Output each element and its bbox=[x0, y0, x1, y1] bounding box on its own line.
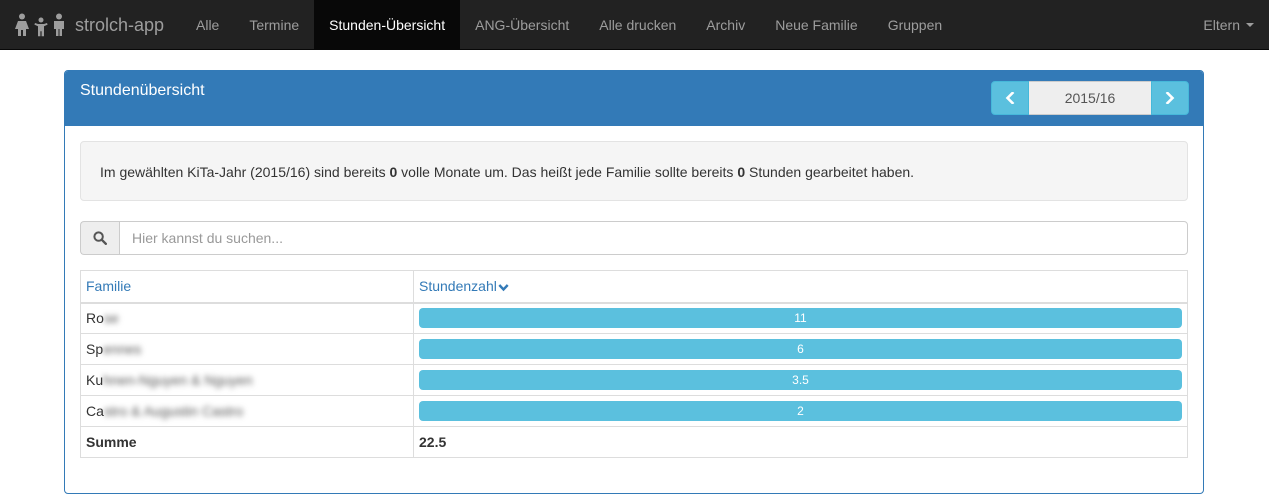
search-icon bbox=[93, 231, 107, 245]
current-year: 2015/16 bbox=[1029, 81, 1151, 115]
previous-year-button[interactable] bbox=[991, 81, 1029, 115]
family-logo-icon bbox=[14, 13, 70, 37]
family-name: Sp bbox=[86, 341, 104, 357]
table-row: Spennes 6 bbox=[80, 333, 1188, 365]
family-cell: Kuhnen-Nguyen & Nguyen bbox=[80, 364, 414, 396]
hours-table: Familie Stundenzahl Rose 11 Spennes 6 Ku… bbox=[80, 270, 1188, 458]
info-hours: 0 bbox=[737, 164, 746, 180]
sum-label: Summe bbox=[80, 426, 414, 458]
sort-by-family-link[interactable]: Familie bbox=[86, 278, 131, 294]
eltern-dropdown[interactable]: Eltern bbox=[1203, 0, 1254, 50]
hours-bar: 11 bbox=[419, 308, 1182, 329]
brand[interactable]: strolch-app bbox=[14, 0, 164, 50]
table-row: Kuhnen-Nguyen & Nguyen 3.5 bbox=[80, 364, 1188, 396]
nav-item-termine[interactable]: Termine bbox=[234, 0, 314, 50]
caret-down-icon bbox=[1246, 23, 1254, 27]
search-input[interactable] bbox=[119, 221, 1188, 255]
family-name-redacted: stro & Augustin Castro bbox=[103, 403, 244, 419]
year-selector: 2015/16 bbox=[991, 81, 1189, 115]
hours-cell: 2 bbox=[413, 395, 1188, 427]
hours-bar-track: 2 bbox=[419, 401, 1182, 421]
hours-cell: 3.5 bbox=[413, 364, 1188, 396]
family-name-redacted: hnen-Nguyen & Nguyen bbox=[103, 372, 253, 388]
nav-item-gruppen[interactable]: Gruppen bbox=[873, 0, 957, 50]
info-text-1: Im gewählten KiTa-Jahr (2015/16) sind be… bbox=[100, 164, 390, 180]
main-nav: Alle Termine Stunden-Übersicht ANG-Übers… bbox=[181, 0, 957, 50]
family-name: Ro bbox=[86, 310, 104, 327]
family-name-redacted: ennes bbox=[103, 341, 142, 357]
header-hours: Stundenzahl bbox=[413, 270, 1188, 304]
table-row: Rose 11 bbox=[80, 302, 1188, 334]
sort-by-hours-label: Stundenzahl bbox=[419, 278, 497, 295]
nav-item-alle-drucken[interactable]: Alle drucken bbox=[584, 0, 691, 50]
family-name-redacted: se bbox=[103, 310, 119, 327]
search-addon bbox=[80, 221, 119, 255]
nav-item-stunden-uebersicht[interactable]: Stunden-Übersicht bbox=[314, 0, 461, 50]
header-family: Familie bbox=[80, 270, 414, 304]
hours-bar: 3.5 bbox=[419, 370, 1182, 390]
chevron-right-icon bbox=[1165, 92, 1175, 104]
eltern-dropdown-label: Eltern bbox=[1203, 17, 1240, 33]
table-row: Castro & Augustin Castro 2 bbox=[80, 395, 1188, 427]
nav-item-archiv[interactable]: Archiv bbox=[691, 0, 760, 50]
hours-bar-track: 6 bbox=[419, 339, 1182, 359]
hours-cell: 11 bbox=[413, 302, 1188, 334]
family-cell: Castro & Augustin Castro bbox=[80, 395, 414, 427]
sum-value: 22.5 bbox=[413, 426, 1188, 458]
sort-by-hours-link[interactable]: Stundenzahl bbox=[419, 278, 509, 294]
panel-title: Stundenübersicht bbox=[80, 82, 205, 99]
info-text-3: Stunden gearbeitet haben. bbox=[745, 164, 915, 180]
search-group bbox=[80, 221, 1188, 255]
hours-cell: 6 bbox=[413, 333, 1188, 365]
hours-bar-track: 11 bbox=[419, 308, 1182, 329]
nav-item-alle[interactable]: Alle bbox=[181, 0, 234, 50]
brand-name: strolch-app bbox=[75, 14, 165, 35]
top-navbar: strolch-app Alle Termine Stunden-Übersic… bbox=[0, 0, 1269, 50]
sort-desc-icon bbox=[498, 284, 509, 292]
nav-item-neue-familie[interactable]: Neue Familie bbox=[760, 0, 872, 50]
family-name: Ca bbox=[86, 403, 104, 419]
hours-panel: Stundenübersicht 2015/16 Im gewählten Ki… bbox=[64, 70, 1204, 494]
family-cell: Spennes bbox=[80, 333, 414, 365]
family-cell: Rose bbox=[80, 302, 414, 334]
hours-bar: 6 bbox=[419, 339, 1182, 359]
family-name: Ku bbox=[86, 372, 104, 388]
nav-item-ang-uebersicht[interactable]: ANG-Übersicht bbox=[460, 0, 584, 50]
hours-bar-track: 3.5 bbox=[419, 370, 1182, 390]
panel-heading: Stundenübersicht 2015/16 bbox=[65, 71, 1203, 126]
chevron-left-icon bbox=[1005, 92, 1015, 104]
sum-row: Summe 22.5 bbox=[80, 426, 1188, 458]
info-text-2: volle Monate um. Das heißt jede Familie … bbox=[397, 164, 738, 180]
info-message: Im gewählten KiTa-Jahr (2015/16) sind be… bbox=[80, 141, 1188, 201]
hours-bar: 2 bbox=[419, 401, 1182, 421]
next-year-button[interactable] bbox=[1151, 81, 1189, 115]
table-header-row: Familie Stundenzahl bbox=[80, 270, 1188, 304]
